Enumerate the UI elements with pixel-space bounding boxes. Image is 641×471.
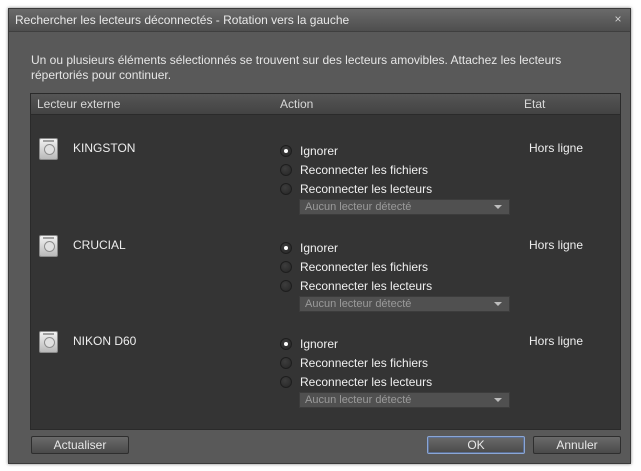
status-text: Hors ligne xyxy=(529,238,584,252)
status-text: Hors ligne xyxy=(529,334,584,348)
cancel-button[interactable]: Annuler xyxy=(533,436,621,454)
radio-reconnect-drives[interactable]: Reconnecter les lecteurs xyxy=(280,181,480,199)
removable-drive-icon xyxy=(39,235,58,257)
radio-button[interactable] xyxy=(280,183,292,195)
table-header: Lecteur externe Action Etat xyxy=(31,94,620,115)
radio-reconnect-files[interactable]: Reconnecter les fichiers xyxy=(280,259,480,277)
radio-label: Ignorer xyxy=(300,144,339,158)
radio-button[interactable] xyxy=(280,376,292,388)
radio-ignore[interactable]: Ignorer xyxy=(280,143,480,161)
drive-select[interactable]: Aucun lecteur détecté xyxy=(299,199,510,215)
info-message: Un ou plusieurs éléments sélectionnés se… xyxy=(31,53,562,82)
drive-name: KINGSTON xyxy=(73,141,136,155)
radio-button[interactable] xyxy=(280,164,292,176)
radio-label: Reconnecter les fichiers xyxy=(300,260,429,274)
radio-reconnect-drives[interactable]: Reconnecter les lecteurs xyxy=(280,278,480,296)
close-button[interactable]: × xyxy=(610,11,626,27)
drive-select-value: Aucun lecteur détecté xyxy=(305,201,412,213)
header-drive: Lecteur externe xyxy=(37,97,121,111)
radio-button-checked[interactable] xyxy=(280,145,292,157)
radio-reconnect-drives[interactable]: Reconnecter les lecteurs xyxy=(280,374,480,392)
radio-button-checked[interactable] xyxy=(280,338,292,350)
table-row: NIKON D60 Ignorer Reconnecter les fichie… xyxy=(31,320,620,416)
radio-label: Ignorer xyxy=(300,337,339,351)
status-text: Hors ligne xyxy=(529,141,584,155)
radio-button[interactable] xyxy=(280,261,292,273)
radio-label: Reconnecter les fichiers xyxy=(300,163,429,177)
removable-drive-icon xyxy=(39,138,58,160)
title-bar: Rechercher les lecteurs déconnectés - Ro… xyxy=(9,9,630,32)
radio-label: Reconnecter les lecteurs xyxy=(300,375,433,389)
drives-table: Lecteur externe Action Etat KINGSTON Ign… xyxy=(30,93,621,430)
ok-button[interactable]: OK xyxy=(427,436,525,454)
drive-name: NIKON D60 xyxy=(73,334,137,348)
radio-label: Reconnecter les lecteurs xyxy=(300,279,433,293)
radio-label: Ignorer xyxy=(300,241,339,255)
radio-button[interactable] xyxy=(280,280,292,292)
radio-ignore[interactable]: Ignorer xyxy=(280,336,480,354)
header-status: Etat xyxy=(524,97,546,111)
drive-select[interactable]: Aucun lecteur détecté xyxy=(299,392,510,408)
chevron-down-icon xyxy=(494,302,502,306)
radio-reconnect-files[interactable]: Reconnecter les fichiers xyxy=(280,162,480,180)
drive-select[interactable]: Aucun lecteur détecté xyxy=(299,296,510,312)
removable-drive-icon xyxy=(39,331,58,353)
chevron-down-icon xyxy=(494,205,502,209)
radio-ignore[interactable]: Ignorer xyxy=(280,240,480,258)
drive-select-value: Aucun lecteur détecté xyxy=(305,394,412,406)
radio-reconnect-files[interactable]: Reconnecter les fichiers xyxy=(280,355,480,373)
missing-drives-dialog: Rechercher les lecteurs déconnectés - Ro… xyxy=(8,8,631,464)
chevron-down-icon xyxy=(494,398,502,402)
drive-select-value: Aucun lecteur détecté xyxy=(305,298,412,310)
radio-label: Reconnecter les fichiers xyxy=(300,356,429,370)
radio-button[interactable] xyxy=(280,357,292,369)
drive-name: CRUCIAL xyxy=(73,238,126,252)
window-title: Rechercher les lecteurs déconnectés - Ro… xyxy=(15,13,350,27)
radio-label: Reconnecter les lecteurs xyxy=(300,182,433,196)
table-row: CRUCIAL Ignorer Reconnecter les fichiers… xyxy=(31,224,620,320)
header-action: Action xyxy=(280,97,314,111)
radio-button-checked[interactable] xyxy=(280,242,292,254)
refresh-button[interactable]: Actualiser xyxy=(31,436,129,454)
table-row: KINGSTON Ignorer Reconnecter les fichier… xyxy=(31,127,620,223)
